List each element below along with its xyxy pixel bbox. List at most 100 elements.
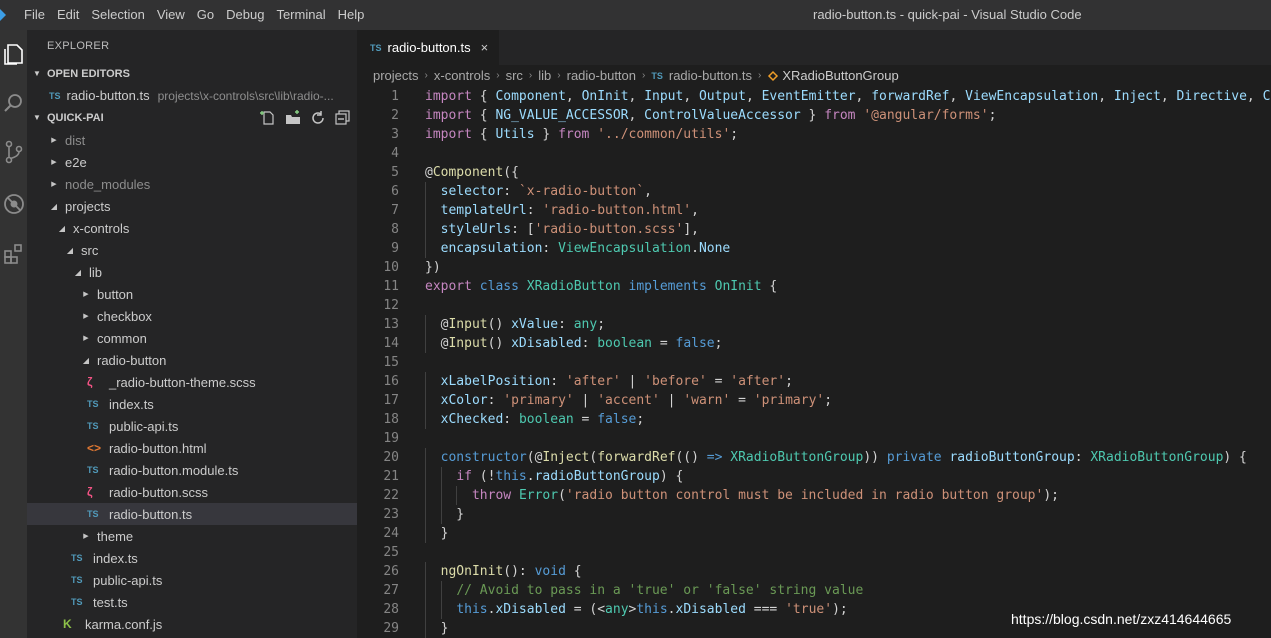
- code-token: OnInit: [581, 89, 629, 104]
- tree-file[interactable]: TS public-api.ts: [27, 415, 357, 437]
- code-text: ngOnInit(): void {: [425, 562, 582, 581]
- code-token: ) {: [1223, 450, 1247, 465]
- menu-selection[interactable]: Selection: [85, 0, 150, 30]
- tree-file[interactable]: TS radio-button.ts: [27, 503, 357, 525]
- open-editors-header[interactable]: ▼ OPEN EDITORS: [27, 63, 357, 85]
- tree-folder[interactable]: ◢ radio-button: [27, 349, 357, 371]
- code-token: 'radio-button.html': [542, 203, 692, 218]
- close-icon[interactable]: ×: [481, 40, 489, 55]
- typescript-file-icon: TS: [87, 509, 99, 519]
- explorer-title: EXPLORER: [47, 40, 110, 52]
- tree-item-label: test.ts: [93, 594, 128, 610]
- code-token: `x-radio-button`: [518, 184, 645, 199]
- code-token: radioButtonGroup: [949, 450, 1075, 465]
- code-token: any: [573, 317, 598, 332]
- debug-icon[interactable]: [0, 190, 27, 217]
- typescript-file-icon: TS: [49, 91, 61, 101]
- scss-file-icon: ζ: [87, 485, 93, 499]
- tree-folder[interactable]: ◢ lib: [27, 261, 357, 283]
- tree-file[interactable]: TS index.ts: [27, 547, 357, 569]
- code-line: 3 import { Utils } from '../common/utils'…: [357, 125, 1271, 144]
- code-token: Inject: [1113, 89, 1161, 104]
- tree-folder[interactable]: ▶ e2e: [27, 151, 357, 173]
- code-token: ViewEncapsulation: [558, 241, 692, 256]
- chevron-right-icon: ›: [528, 70, 533, 81]
- code-token: xDisabled: [675, 602, 746, 617]
- line-number: 22: [383, 488, 399, 503]
- code-token: : [: [511, 222, 535, 237]
- tree-file[interactable]: TS public-api.ts: [27, 569, 357, 591]
- tree-item-label: radio-button.html: [109, 440, 207, 456]
- code-token: radioButtonGroup: [534, 469, 660, 484]
- code-text: }: [425, 619, 449, 638]
- menu-go[interactable]: Go: [191, 0, 220, 30]
- collapse-all-icon[interactable]: [335, 110, 351, 126]
- menu-terminal[interactable]: Terminal: [270, 0, 331, 30]
- chevron-right-icon: ▶: [83, 313, 89, 320]
- project-header[interactable]: ▼ QUICK-PAI: [27, 107, 357, 129]
- tree-folder[interactable]: ▶ common: [27, 327, 357, 349]
- tree-folder[interactable]: ◢ projects: [27, 195, 357, 217]
- tree-folder[interactable]: ▶ button: [27, 283, 357, 305]
- code-text: if (!this.radioButtonGroup) {: [425, 467, 683, 486]
- code-token: ===: [745, 602, 786, 617]
- code-token: ) {: [659, 469, 684, 484]
- code-editor[interactable]: 1 import { Component, OnInit, Input, Outp…: [357, 87, 1271, 638]
- tree-file[interactable]: ζ _radio-button-theme.scss: [27, 371, 357, 393]
- line-number: 17: [383, 393, 399, 408]
- menu-help[interactable]: Help: [332, 0, 371, 30]
- source-control-icon[interactable]: [0, 138, 27, 165]
- breadcrumb-item[interactable]: x-controls: [434, 65, 490, 87]
- code-line: 13 @Input() xValue: any;: [357, 315, 1271, 334]
- tree-folder[interactable]: ◢ src: [27, 239, 357, 261]
- breadcrumb-item[interactable]: radio-button: [567, 65, 636, 87]
- breadcrumb-item[interactable]: src: [506, 65, 523, 87]
- menu-view[interactable]: View: [151, 0, 191, 30]
- tree-folder[interactable]: ▶ checkbox: [27, 305, 357, 327]
- code-token: EventEmitter: [761, 89, 856, 104]
- tree-folder[interactable]: ▶ dist: [27, 129, 357, 151]
- tree-file[interactable]: TS radio-button.module.ts: [27, 459, 357, 481]
- line-number: 18: [383, 412, 399, 427]
- tree-folder[interactable]: ▶ node_modules: [27, 173, 357, 195]
- code-token: ;: [597, 317, 606, 332]
- breadcrumb-item[interactable]: lib: [538, 65, 551, 87]
- code-line: 17 xColor: 'primary' | 'accent' | 'warn'…: [357, 391, 1271, 410]
- extensions-icon[interactable]: [0, 240, 27, 267]
- tree-file[interactable]: <> radio-button.html: [27, 437, 357, 459]
- menu-edit[interactable]: Edit: [51, 0, 85, 30]
- code-token: :: [558, 317, 574, 332]
- open-editor-path: projects\x-controls\src\lib\radio-...: [157, 89, 334, 103]
- menu-file[interactable]: File: [18, 0, 51, 30]
- tree-file[interactable]: TS test.ts: [27, 591, 357, 613]
- tree-folder[interactable]: ▶ theme: [27, 525, 357, 547]
- new-file-icon[interactable]: [260, 110, 276, 126]
- refresh-icon[interactable]: [310, 110, 326, 126]
- code-token: 'before': [644, 374, 707, 389]
- menu-debug[interactable]: Debug: [220, 0, 270, 30]
- tree-item-label: theme: [97, 528, 134, 544]
- tree-file[interactable]: Kkarma.conf.js: [27, 613, 357, 635]
- code-line: 21 if (!this.radioButtonGroup) {: [357, 467, 1271, 486]
- new-folder-icon[interactable]: [285, 110, 301, 126]
- chevron-right-icon: ▶: [51, 181, 57, 188]
- code-token: this: [636, 602, 668, 617]
- breadcrumb-item[interactable]: radio-button.ts: [669, 65, 752, 87]
- code-token: ;: [785, 374, 793, 389]
- tree-folder[interactable]: ◢ x-controls: [27, 217, 357, 239]
- tab-radio-button-ts[interactable]: TS radio-button.ts ×: [357, 30, 499, 65]
- tree-file[interactable]: TS index.ts: [27, 393, 357, 415]
- search-icon[interactable]: [0, 88, 27, 115]
- breadcrumb-item[interactable]: XRadioButtonGroup: [782, 65, 898, 87]
- line-number: 14: [383, 336, 399, 351]
- title-bar: File Edit Selection View Go Debug Terminal Help…: [0, 0, 1271, 30]
- open-editor-item[interactable]: TS radio-button.ts projects\x-controls\s…: [27, 85, 357, 107]
- explorer-icon[interactable]: [0, 40, 27, 67]
- breadcrumb-item[interactable]: projects: [373, 65, 419, 87]
- code-token: // Avoid to pass in a 'true' or 'false' …: [456, 583, 864, 598]
- code-token: (@: [526, 450, 543, 465]
- code-token: Component: [495, 89, 566, 104]
- tree-file[interactable]: ζ radio-button.scss: [27, 481, 357, 503]
